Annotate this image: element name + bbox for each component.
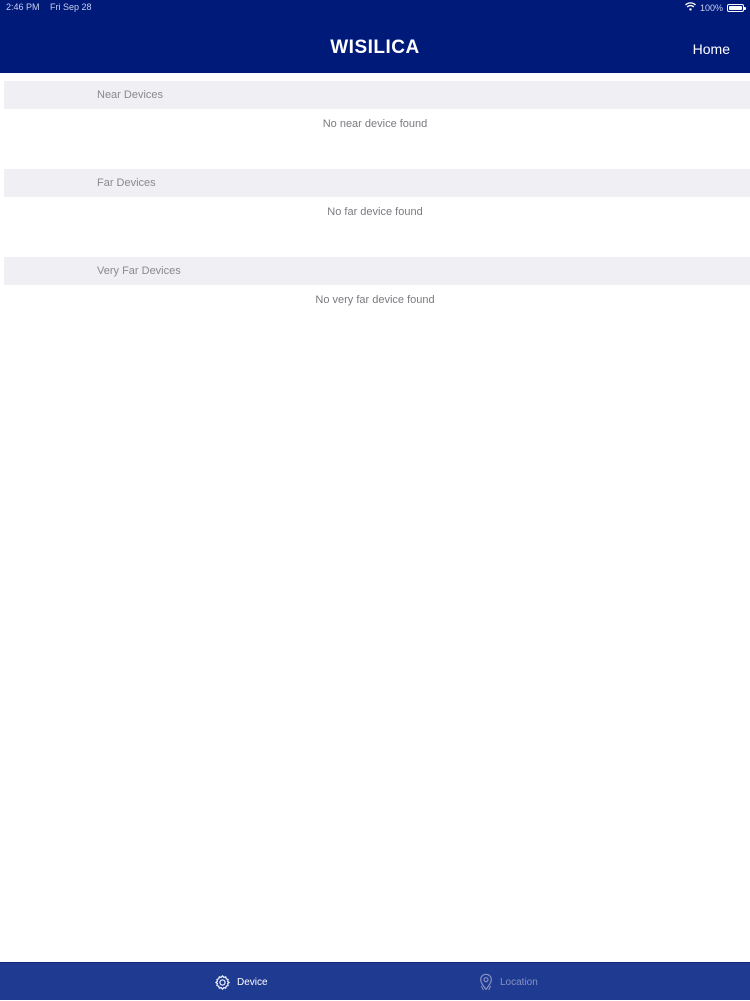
- brand-logo: WISILICA: [330, 37, 420, 58]
- tab-device[interactable]: Device: [214, 963, 268, 1001]
- device-list: Near Devices No near device found Far De…: [0, 73, 750, 315]
- empty-message-near: No near device found: [322, 118, 428, 130]
- section-header-far: Far Devices: [4, 169, 750, 197]
- tab-device-label: Device: [237, 976, 268, 988]
- battery-level: [729, 5, 742, 10]
- status-bar: 2:46 PM Fri Sep 28 100%: [0, 0, 750, 16]
- empty-message-very-far: No very far device found: [315, 294, 435, 306]
- status-time: 2:46 PM: [6, 2, 40, 12]
- home-button[interactable]: Home: [693, 41, 730, 57]
- empty-message-far: No far device found: [327, 206, 423, 218]
- status-indicators: 100%: [685, 2, 746, 13]
- tab-location[interactable]: Location: [478, 963, 538, 1001]
- wifi-icon: [685, 2, 696, 13]
- tab-location-label: Location: [500, 976, 538, 988]
- navigation-bar: 2:46 PM Fri Sep 28 100% WISILICA Home: [0, 0, 750, 73]
- location-pin-icon: [478, 973, 494, 991]
- battery-percent: 100%: [699, 2, 723, 13]
- section-header-very-far: Very Far Devices: [4, 257, 750, 285]
- section-header-near: Near Devices: [4, 81, 750, 109]
- gear-icon: [214, 974, 231, 991]
- status-time-date: 2:46 PM Fri Sep 28: [6, 2, 92, 12]
- tab-bar: Device Location: [0, 962, 750, 1000]
- status-date: Fri Sep 28: [50, 2, 92, 12]
- battery-icon: [727, 3, 746, 12]
